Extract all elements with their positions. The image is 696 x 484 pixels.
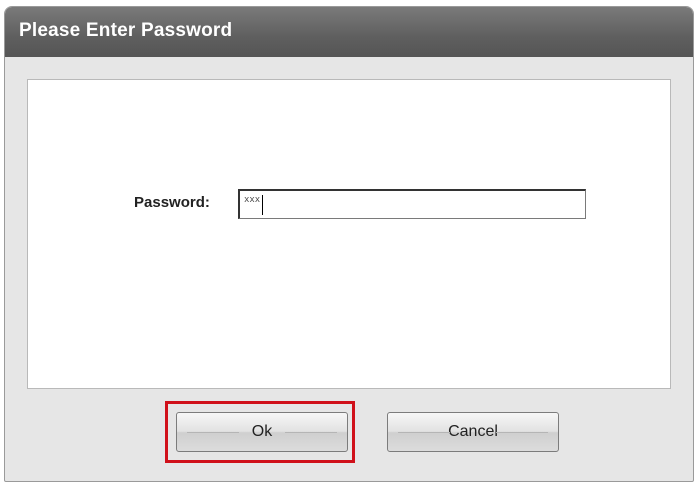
dialog-titlebar[interactable]: Please Enter Password (5, 7, 693, 57)
text-caret (262, 195, 263, 215)
password-field[interactable]: xxx (238, 189, 586, 219)
cancel-button[interactable]: Cancel (387, 412, 559, 452)
password-value: xxx (244, 195, 261, 205)
password-dialog: Please Enter Password Password: xxx Ok C… (4, 6, 694, 482)
password-label: Password: (134, 194, 210, 211)
ok-button[interactable]: Ok (176, 412, 348, 452)
ok-button-label: Ok (251, 423, 273, 440)
cancel-button-label: Cancel (448, 423, 498, 440)
button-groove (496, 432, 548, 433)
button-groove (398, 432, 450, 433)
content-panel: Password: xxx (27, 79, 671, 389)
dialog-title: Please Enter Password (19, 20, 233, 41)
button-groove (285, 432, 337, 433)
button-groove (187, 432, 239, 433)
